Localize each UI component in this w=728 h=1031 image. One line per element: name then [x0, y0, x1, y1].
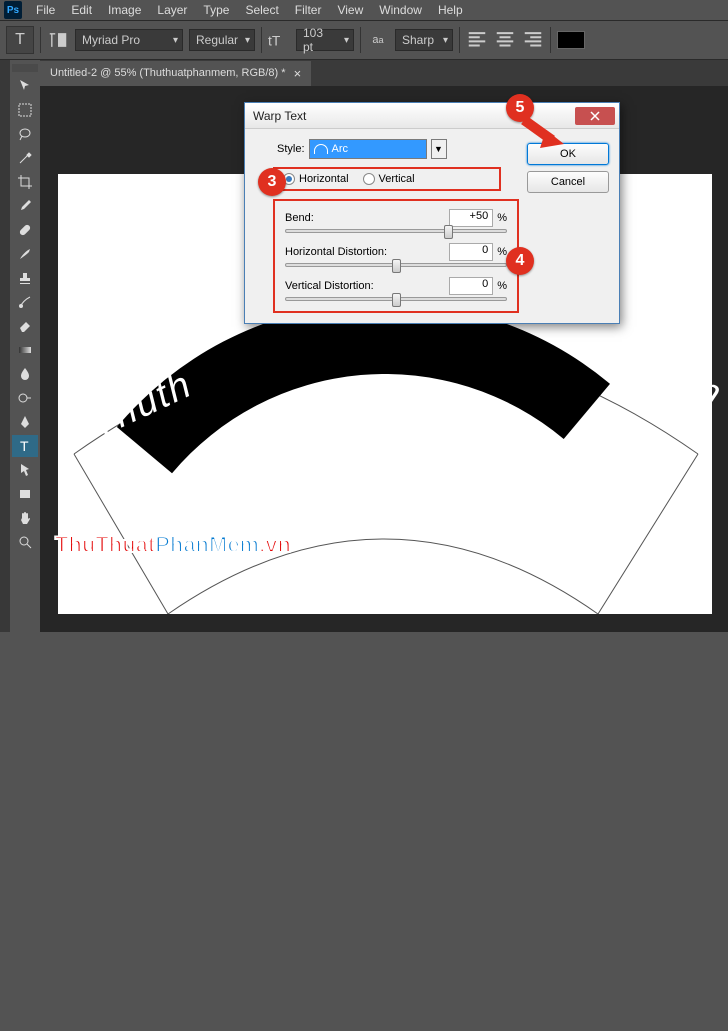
document-tabs: Untitled-2 @ 55% (Thuthuatphanmem, RGB/8… — [40, 60, 728, 86]
pen-tool-icon[interactable] — [12, 411, 38, 433]
tools-panel: T — [10, 62, 40, 554]
menu-filter[interactable]: Filter — [287, 1, 330, 19]
annotation-3: 3 — [258, 168, 286, 196]
hdist-slider[interactable] — [285, 263, 507, 267]
crop-tool-icon[interactable] — [12, 171, 38, 193]
style-label: Style: — [277, 143, 305, 155]
type-tool-preset-icon[interactable]: T — [6, 26, 34, 54]
toolbar-grip[interactable] — [12, 64, 38, 72]
close-icon[interactable]: × — [294, 66, 302, 81]
rectangle-tool-icon[interactable] — [12, 483, 38, 505]
stamp-tool-icon[interactable] — [12, 267, 38, 289]
dialog-title: Warp Text — [253, 109, 306, 123]
text-orientation-icon[interactable] — [47, 29, 69, 51]
menu-view[interactable]: View — [329, 1, 371, 19]
divider — [40, 27, 41, 53]
history-brush-tool-icon[interactable] — [12, 291, 38, 313]
ps-logo: Ps — [4, 1, 22, 19]
divider — [550, 27, 551, 53]
slider-thumb[interactable] — [392, 293, 401, 307]
eraser-tool-icon[interactable] — [12, 315, 38, 337]
watermark-part2: PhanMem — [155, 532, 259, 557]
font-size-dropdown[interactable]: 103 pt — [296, 29, 354, 51]
blur-tool-icon[interactable] — [12, 363, 38, 385]
eyedropper-tool-icon[interactable] — [12, 195, 38, 217]
slider-thumb[interactable] — [444, 225, 453, 239]
watermark-part3: .vn — [259, 532, 291, 557]
zoom-tool-icon[interactable] — [12, 531, 38, 553]
style-dropdown[interactable]: Arc — [309, 139, 427, 159]
brush-tool-icon[interactable] — [12, 243, 38, 265]
align-left-icon[interactable] — [466, 29, 488, 51]
menu-help[interactable]: Help — [430, 1, 471, 19]
font-family-dropdown[interactable]: Myriad Pro — [75, 29, 183, 51]
slider-thumb[interactable] — [392, 259, 401, 273]
svg-text:T: T — [20, 438, 29, 454]
menu-layer[interactable]: Layer — [149, 1, 195, 19]
dialog-close-button[interactable] — [575, 107, 615, 125]
document-tab-title: Untitled-2 @ 55% (Thuthuatphanmem, RGB/8… — [50, 67, 286, 79]
menu-file[interactable]: File — [28, 1, 63, 19]
anti-alias-icon: aa — [367, 29, 389, 51]
divider — [360, 27, 361, 53]
hdist-label: Horizontal Distortion: — [285, 246, 387, 258]
horizontal-radio[interactable]: Horizontal — [283, 173, 349, 185]
options-bar: T Myriad Pro Regular tT 103 pt aa Sharp — [0, 20, 728, 60]
anti-alias-dropdown[interactable]: Sharp — [395, 29, 453, 51]
vdist-slider[interactable] — [285, 297, 507, 301]
style-value: Arc — [332, 143, 349, 155]
wand-tool-icon[interactable] — [12, 147, 38, 169]
dropdown-arrow-icon[interactable]: ▼ — [431, 139, 447, 159]
dialog-body: Style: Arc ▼ Horizontal Vertical — [245, 129, 619, 323]
divider — [459, 27, 460, 53]
vertical-label: Vertical — [379, 173, 415, 185]
font-style-dropdown[interactable]: Regular — [189, 29, 255, 51]
menu-window[interactable]: Window — [371, 1, 430, 19]
menu-edit[interactable]: Edit — [63, 1, 100, 19]
dodge-tool-icon[interactable] — [12, 387, 38, 409]
hdist-input[interactable]: 0 — [449, 243, 493, 261]
vertical-radio[interactable]: Vertical — [363, 173, 415, 185]
bend-label: Bend: — [285, 212, 314, 224]
menu-select[interactable]: Select — [237, 1, 286, 19]
distortion-controls: Bend: +50 % Horizontal Distortion: 0 % — [273, 199, 519, 313]
bend-input[interactable]: +50 — [449, 209, 493, 227]
orientation-group: Horizontal Vertical — [273, 167, 501, 191]
arc-icon — [314, 144, 328, 154]
gradient-tool-icon[interactable] — [12, 339, 38, 361]
vdist-input[interactable]: 0 — [449, 277, 493, 295]
percent-label: % — [497, 280, 507, 292]
svg-text:tT: tT — [268, 34, 281, 49]
percent-label: % — [497, 212, 507, 224]
panel-tab-strip — [0, 60, 10, 632]
annotation-arrow — [518, 114, 568, 154]
text-color-swatch[interactable] — [557, 31, 585, 49]
healing-tool-icon[interactable] — [12, 219, 38, 241]
align-right-icon[interactable] — [522, 29, 544, 51]
annotation-4: 4 — [506, 247, 534, 275]
text-background-arc — [6, 273, 728, 1031]
menu-bar: Ps File Edit Image Layer Type Select Fil… — [0, 0, 728, 20]
marquee-tool-icon[interactable] — [12, 99, 38, 121]
divider — [261, 27, 262, 53]
vdist-label: Vertical Distortion: — [285, 280, 374, 292]
watermark-part1: ThuThuat — [55, 532, 155, 557]
warped-text-right: m — [681, 364, 728, 417]
close-icon — [590, 111, 600, 121]
move-tool-icon[interactable] — [12, 75, 38, 97]
lasso-tool-icon[interactable] — [12, 123, 38, 145]
hand-tool-icon[interactable] — [12, 507, 38, 529]
horizontal-label: Horizontal — [299, 173, 349, 185]
bend-slider[interactable] — [285, 229, 507, 233]
font-size-icon: tT — [268, 29, 290, 51]
type-tool-icon[interactable]: T — [12, 435, 38, 457]
watermark: ThuThuatPhanMem.vn — [55, 532, 291, 558]
radio-icon — [363, 173, 375, 185]
path-select-tool-icon[interactable] — [12, 459, 38, 481]
cancel-button[interactable]: Cancel — [527, 171, 609, 193]
align-center-icon[interactable] — [494, 29, 516, 51]
menu-image[interactable]: Image — [100, 1, 149, 19]
menu-type[interactable]: Type — [195, 1, 237, 19]
document-tab[interactable]: Untitled-2 @ 55% (Thuthuatphanmem, RGB/8… — [40, 61, 311, 86]
